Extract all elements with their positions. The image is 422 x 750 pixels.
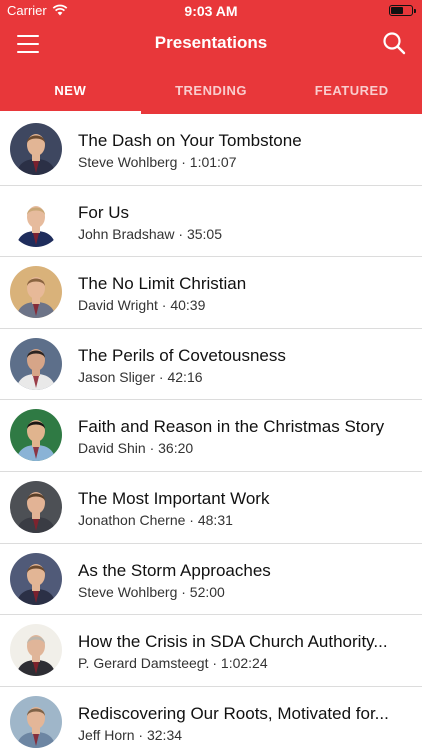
presentation-speaker-duration: David Shin · 36:20 [78, 440, 194, 457]
presentation-row[interactable]: As the Storm Approaches Steve Wohlberg ·… [0, 544, 422, 616]
presentation-title: How the Crisis in SDA Church Authority..… [78, 632, 388, 652]
presentation-title: For Us [78, 202, 129, 222]
speaker-avatar [10, 266, 62, 319]
presentation-title: As the Storm Approaches [78, 560, 271, 580]
presentation-speaker-duration: David Wright · 40:39 [78, 297, 206, 314]
page-title: Presentations [154, 33, 268, 52]
presentation-row[interactable]: Faith and Reason in the Christmas Story … [0, 400, 422, 472]
presentation-title: The No Limit Christian [78, 274, 247, 294]
presentation-row[interactable]: The No Limit Christian David Wright · 40… [0, 257, 422, 329]
speaker-avatar [10, 123, 62, 175]
search-icon[interactable] [382, 31, 406, 55]
presentation-title: Rediscovering Our Roots, Motivated for..… [78, 703, 389, 723]
presentation-row[interactable]: The Dash on Your Tombstone Steve Wohlber… [0, 114, 422, 186]
presentation-speaker-duration: Jonathon Cherne · 48:31 [78, 511, 233, 528]
tab-new[interactable]: NEW [0, 66, 141, 114]
presentation-row[interactable]: The Most Important Work Jonathon Cherne … [0, 472, 422, 544]
app-header: Carrier 9:03 AM Presentations NEW TRENDI… [0, 0, 422, 114]
presentation-row[interactable]: How the Crisis in SDA Church Authority..… [0, 615, 422, 687]
presentation-title: The Perils of Covetousness [78, 345, 286, 365]
speaker-avatar [10, 624, 62, 677]
tab-bar: NEW TRENDING FEATURED [0, 66, 422, 114]
presentation-row[interactable]: The Perils of Covetousness Jason Sliger … [0, 329, 422, 401]
speaker-avatar [10, 552, 62, 605]
presentation-row[interactable]: For Us John Bradshaw · 35:05 [0, 186, 422, 258]
presentation-title: The Dash on Your Tombstone [78, 131, 302, 150]
presentation-title: Faith and Reason in the Christmas Story [78, 417, 385, 437]
presentation-speaker-duration: P. Gerard Damsteegt · 1:02:24 [78, 655, 268, 672]
status-time: 9:03 AM [184, 3, 238, 19]
presentation-speaker-duration: Steve Wohlberg · 52:00 [78, 583, 225, 600]
speaker-avatar [10, 409, 62, 462]
speaker-avatar [10, 337, 62, 390]
presentation-speaker-duration: Steve Wohlberg · 1:01:07 [78, 154, 237, 170]
speaker-avatar [10, 695, 62, 748]
tab-featured[interactable]: FEATURED [281, 66, 422, 114]
speaker-avatar [10, 194, 62, 247]
speaker-avatar [10, 480, 62, 533]
presentation-row[interactable]: Rediscovering Our Roots, Motivated for..… [0, 687, 422, 750]
tab-trending[interactable]: TRENDING [141, 66, 282, 114]
presentation-title: The Most Important Work [78, 488, 270, 508]
status-bar: Carrier 9:03 AM [0, 0, 422, 22]
presentation-speaker-duration: Jason Sliger · 42:16 [78, 368, 203, 385]
navigation-bar: Presentations [0, 22, 422, 66]
presentation-list: The Dash on Your Tombstone Steve Wohlber… [0, 114, 422, 750]
presentation-speaker-duration: Jeff Horn · 32:34 [78, 726, 183, 743]
battery-icon [389, 5, 416, 16]
presentation-speaker-duration: John Bradshaw · 35:05 [78, 225, 222, 242]
